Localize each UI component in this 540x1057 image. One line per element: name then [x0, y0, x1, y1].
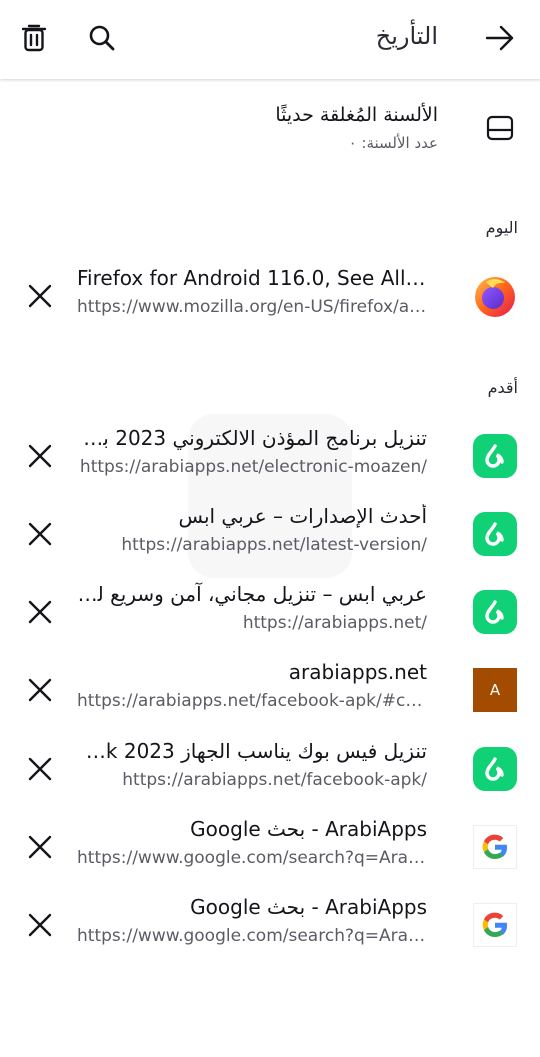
tab-tray-icon — [482, 110, 518, 146]
history-item-url: https://www.google.com/search?q=ArabiApp… — [77, 926, 427, 946]
close-icon — [28, 835, 52, 859]
history-item-title: Firefox for Android 116.0, See All New F… — [77, 266, 427, 290]
delete-item-button[interactable] — [18, 512, 62, 556]
delete-item-button[interactable] — [18, 903, 62, 947]
history-item[interactable]: ArabiApps - بحث Google https://www.googl… — [0, 813, 540, 891]
history-item-title: عربي ابس – تنزيل مجاني، آمن وسريع لجميع … — [77, 582, 427, 606]
arabiapps-icon — [472, 433, 518, 479]
arabiapps-icon — [472, 511, 518, 557]
close-icon — [28, 444, 52, 468]
history-item-title: تنزيل برنامج المؤذن الالكتروني 2023 بدون… — [77, 426, 427, 450]
firefox-icon — [472, 273, 518, 319]
history-item[interactable]: عربي ابس – تنزيل مجاني، آمن وسريع لجميع … — [0, 578, 540, 656]
history-item-url: https://arabiapps.net/latest-version/ — [121, 535, 427, 555]
history-item[interactable]: arabiapps.net https://arabiapps.net/face… — [0, 656, 540, 734]
history-item-title: أحدث الإصدارات – عربي ابس — [178, 504, 427, 528]
search-button[interactable] — [82, 18, 122, 58]
history-item-url: https://arabiapps.net/ — [242, 613, 427, 633]
page-title: التأريخ — [375, 22, 438, 50]
history-item-url: https://www.mozilla.org/en-US/firefox/an… — [77, 297, 427, 317]
trash-icon — [21, 24, 47, 52]
google-icon — [472, 824, 518, 870]
delete-history-button[interactable] — [14, 18, 54, 58]
history-item[interactable]: Firefox for Android 116.0, See All New F… — [0, 262, 540, 340]
history-item-url: https://www.google.com/search?q=ArabiApp… — [77, 848, 427, 868]
close-icon — [28, 913, 52, 937]
arrow-right-icon — [485, 25, 514, 51]
back-button[interactable] — [480, 18, 520, 58]
history-item-url: https://arabiapps.net/electronic-moazen/ — [79, 457, 427, 477]
section-header-older: أقدم — [487, 378, 518, 397]
close-icon — [28, 757, 52, 781]
top-toolbar: التأريخ — [0, 0, 540, 79]
history-item-title: ArabiApps - بحث Google — [190, 895, 427, 919]
history-item-title: arabiapps.net — [288, 660, 427, 684]
arabiapps-icon — [472, 746, 518, 792]
close-icon — [28, 600, 52, 624]
delete-item-button[interactable] — [18, 747, 62, 791]
delete-item-button[interactable] — [18, 274, 62, 318]
recently-closed-title: الألسنة المُغلقة حديثًا — [275, 104, 438, 126]
recently-closed-count: عدد الألسنة: ٠ — [348, 134, 438, 152]
arabiapps-icon — [472, 589, 518, 635]
close-icon — [28, 678, 52, 702]
letter-a-icon: A — [472, 667, 518, 713]
delete-item-button[interactable] — [18, 590, 62, 634]
history-item[interactable]: تنزيل برنامج المؤذن الالكتروني 2023 بدون… — [0, 422, 540, 500]
close-icon — [28, 522, 52, 546]
history-item-url: https://arabiapps.net/facebook-apk/#comm… — [77, 691, 427, 711]
close-icon — [28, 284, 52, 308]
history-item-url: https://arabiapps.net/facebook-apk/ — [122, 770, 427, 790]
history-item-title: ArabiApps - بحث Google — [190, 817, 427, 841]
delete-item-button[interactable] — [18, 434, 62, 478]
recently-closed-tabs[interactable]: الألسنة المُغلقة حديثًا عدد الألسنة: ٠ — [0, 96, 540, 168]
history-item[interactable]: تنزيل فيس بوك يناسب الجهاز 2023 Facebook… — [0, 735, 540, 813]
google-icon — [472, 902, 518, 948]
delete-item-button[interactable] — [18, 825, 62, 869]
search-icon — [89, 25, 115, 51]
history-item-title: تنزيل فيس بوك يناسب الجهاز 2023 Facebook — [77, 739, 427, 763]
history-item[interactable]: ArabiApps - بحث Google https://www.googl… — [0, 891, 540, 969]
history-item[interactable]: أحدث الإصدارات – عربي ابس https://arabia… — [0, 500, 540, 578]
delete-item-button[interactable] — [18, 668, 62, 712]
section-header-today: اليوم — [485, 218, 518, 237]
